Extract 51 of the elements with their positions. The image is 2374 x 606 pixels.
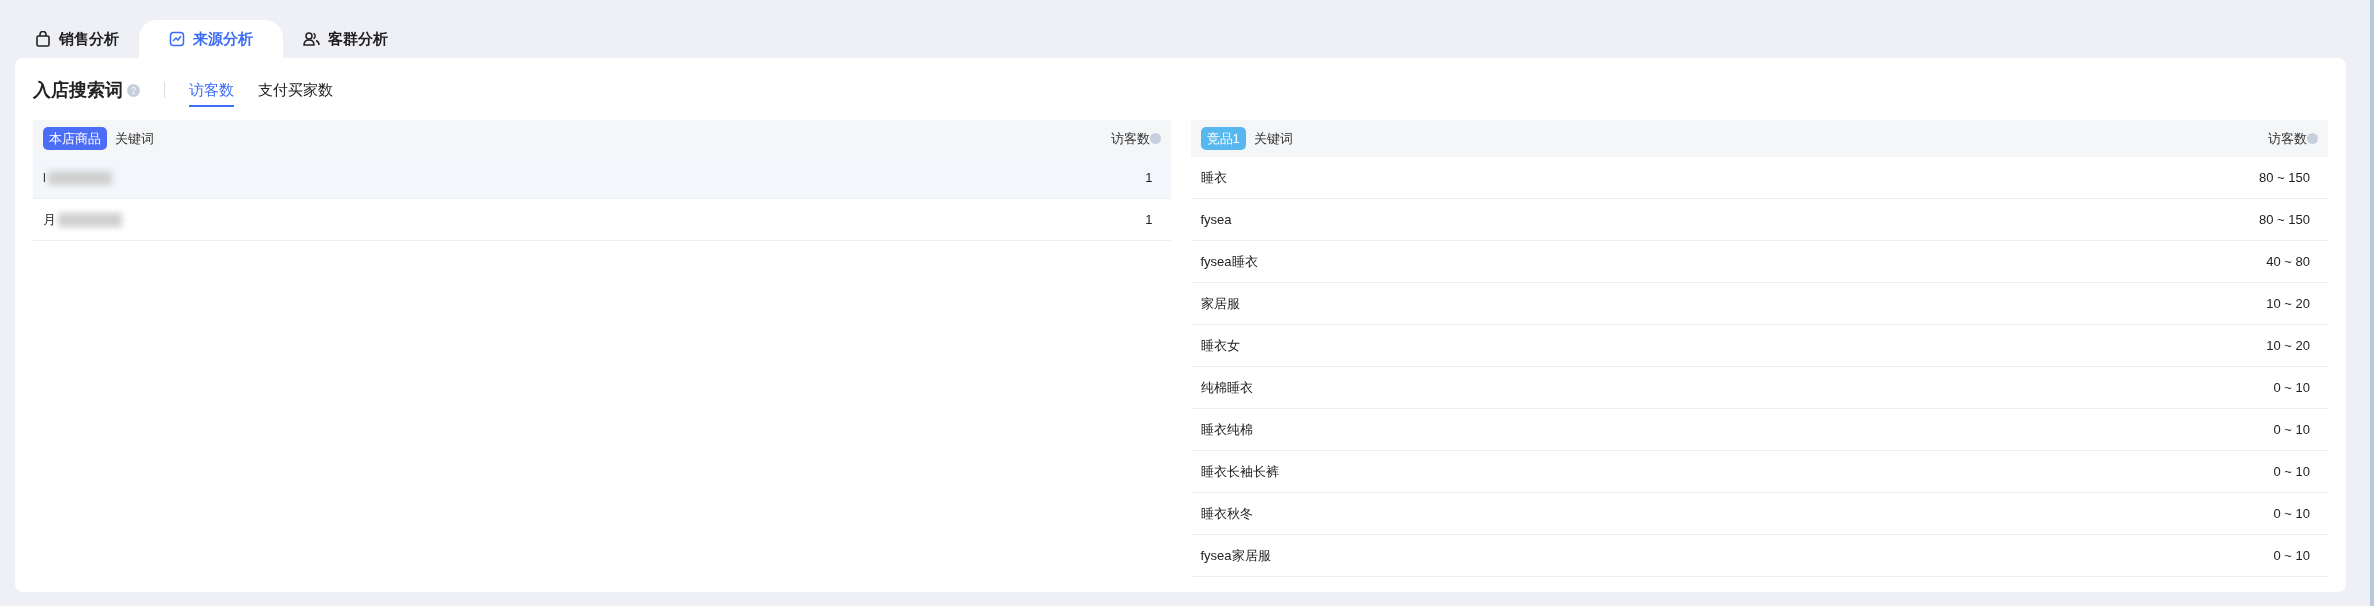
column-header: 关键词	[115, 129, 155, 148]
tab[interactable]: 销售分析	[15, 20, 139, 58]
table-row[interactable]: fysea家居服 0 ~ 10	[1190, 535, 2328, 577]
table-cell-text: 1	[1145, 168, 1154, 187]
table-cell-text: 80 ~ 150	[2259, 210, 2311, 229]
table-cell-text: 0 ~ 10	[2273, 462, 2311, 481]
table-cell-text: 0 ~ 10	[2273, 378, 2311, 397]
table-row[interactable]: 睡衣 80 ~ 150	[1190, 157, 2328, 199]
table-cell-text: 40 ~ 80	[2266, 252, 2311, 271]
table-cell-text: l	[43, 168, 46, 187]
table-cell-text: 纯棉睡衣	[1200, 378, 1253, 397]
table-cell-text: 10 ~ 20	[2266, 294, 2311, 313]
table-row[interactable]: 睡衣长袖长裤 0 ~ 10	[1190, 451, 2328, 493]
table-row[interactable]: 纯棉睡衣 0 ~ 10	[1190, 367, 2328, 409]
table-row[interactable]: 睡衣女 10 ~ 20	[1190, 325, 2328, 367]
table-row[interactable]: 家居服 10 ~ 20	[1190, 283, 2328, 325]
table-cell-text: fysea	[1200, 210, 1232, 229]
table-row[interactable]: 睡衣秋冬 0 ~ 10	[1190, 493, 2328, 535]
table-cell-text: 睡衣女	[1200, 336, 1240, 355]
table-cell-text: fysea睡衣	[1200, 252, 1258, 271]
table-cell-text: 睡衣纯棉	[1200, 420, 1253, 439]
product-badge: 本店商品	[43, 126, 107, 151]
metric-tab[interactable]: 支付买家数	[258, 72, 333, 108]
product-badge: 竞品1	[1200, 126, 1246, 151]
bag-icon	[35, 31, 51, 47]
table-cell-text: 0 ~ 10	[2273, 546, 2311, 565]
table-cell-text: 家居服	[1200, 294, 1240, 313]
table-row[interactable]: l 1	[33, 157, 1171, 199]
table-cell-text: 0 ~ 10	[2273, 420, 2311, 439]
tab[interactable]: 来源分析	[139, 20, 283, 58]
table-cell-text: 1	[1145, 210, 1154, 229]
people-icon	[303, 31, 320, 47]
table-cell-text: 80 ~ 150	[2259, 168, 2311, 187]
table-cell-text: 睡衣	[1200, 168, 1227, 187]
column-header: 访客数	[2268, 129, 2307, 148]
section-title: 入店搜索词	[33, 78, 123, 102]
metric-tab[interactable]: 访客数	[189, 72, 234, 108]
table-row[interactable]: 月 1	[33, 199, 1171, 241]
column-header: 关键词	[1253, 129, 1294, 148]
table-cell-text: 睡衣长袖长裤	[1200, 462, 1279, 481]
column-header: 访客数	[1110, 129, 1150, 148]
table-cell-text: 10 ~ 20	[2266, 336, 2311, 355]
table-cell-text: fysea家居服	[1200, 546, 1271, 565]
table-cell-text: 0 ~ 10	[2273, 504, 2311, 523]
table-row[interactable]: fysea睡衣 40 ~ 80	[1190, 241, 2328, 283]
table-row[interactable]: fysea 80 ~ 150	[1190, 199, 2328, 241]
table-cell-text: 月	[43, 210, 56, 229]
table-cell-text: 睡衣秋冬	[1200, 504, 1253, 523]
chart-icon	[169, 31, 185, 47]
tab[interactable]: 客群分析	[283, 20, 408, 58]
table-row[interactable]: 睡衣纯棉 0 ~ 10	[1190, 409, 2328, 451]
